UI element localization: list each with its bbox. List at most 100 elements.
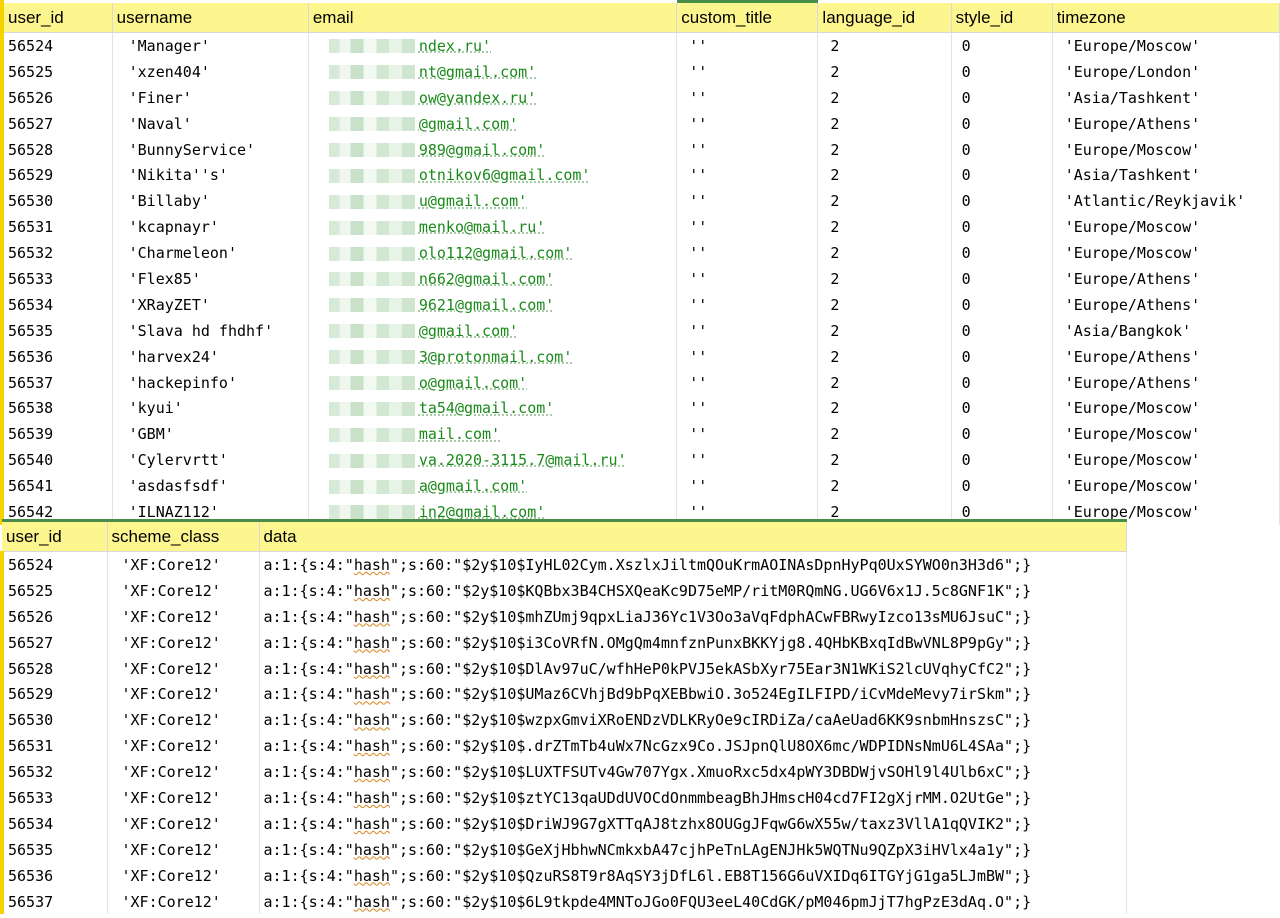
cell-language-id[interactable]: 2 xyxy=(817,58,952,85)
cell-user-id[interactable]: 56525 xyxy=(0,577,108,604)
cell-user-id[interactable]: 56535 xyxy=(2,317,113,344)
table-row[interactable]: 56534 'XRayZET' 9621@gmail.com' '' 2 0 'Europe… xyxy=(2,291,1280,318)
cell-user-id[interactable]: 56528 xyxy=(0,655,108,682)
cell-email[interactable]: ow@yandex.ru' xyxy=(308,84,678,111)
cell-style-id[interactable]: 0 xyxy=(951,84,1053,111)
table-row[interactable]: 56540 'Cylervrtt' va.2020-3115.7@mail.ru' '… xyxy=(2,447,1280,474)
cell-style-id[interactable]: 0 xyxy=(951,214,1053,241)
cell-username[interactable]: 'Charmeleon' xyxy=(112,240,309,267)
cell-user-id[interactable]: 56537 xyxy=(0,888,108,915)
cell-user-id[interactable]: 56537 xyxy=(2,369,113,396)
cell-username[interactable]: 'XRayZET' xyxy=(112,291,309,318)
cell-user-id[interactable]: 56532 xyxy=(2,240,113,267)
cell-custom-title[interactable]: '' xyxy=(676,421,819,448)
cell-style-id[interactable]: 0 xyxy=(951,188,1053,215)
table-row[interactable]: 56541'asdasfsdf' a@gmail.com' '' 2 0 'Europe/… xyxy=(2,473,1280,500)
cell-data[interactable]: a:1:{s:4:"hash";s:60:"$2y$10$.drZTmTb4uW… xyxy=(259,733,1127,760)
cell-timezone[interactable]: 'Asia/Tashkent' xyxy=(1052,162,1280,189)
cell-user-id[interactable]: 56536 xyxy=(2,343,113,370)
cell-timezone[interactable]: 'Europe/Moscow' xyxy=(1052,421,1280,448)
cell-style-id[interactable]: 0 xyxy=(951,266,1053,292)
cell-user-id[interactable]: 56535 xyxy=(0,836,108,863)
cell-user-id[interactable]: 56527 xyxy=(2,110,113,137)
cell-language-id[interactable]: 2 xyxy=(817,447,952,474)
cell-user-id[interactable]: 56526 xyxy=(0,603,108,630)
table-row[interactable]: 56535 'XF:Core12' a:1:{s:4:"hash";s:60:"$2… xyxy=(0,836,1127,863)
cell-style-id[interactable]: 0 xyxy=(951,291,1053,318)
cell-user-id[interactable]: 56532 xyxy=(0,759,108,786)
cell-scheme-class[interactable]: 'XF:Core12' xyxy=(107,862,260,889)
cell-timezone[interactable]: 'Europe/Moscow' xyxy=(1052,214,1280,241)
table-row[interactable]: 56537'hackepinfo' o@gmail.com' '' 2 0 'Europe… xyxy=(2,369,1280,396)
cell-username[interactable]: 'Nikita''s' xyxy=(112,162,309,189)
cell-data[interactable]: a:1:{s:4:"hash";s:60:"$2y$10$LUXTFSUTv4G… xyxy=(259,759,1127,786)
cell-scheme-class[interactable]: 'XF:Core12' xyxy=(107,577,260,604)
cell-language-id[interactable]: 2 xyxy=(817,110,952,137)
cell-custom-title[interactable]: '' xyxy=(676,32,819,59)
cell-user-id[interactable]: 56531 xyxy=(2,214,113,241)
cell-custom-title[interactable]: '' xyxy=(676,136,819,163)
table-row[interactable]: 56525 'XF:Core12' a:1:{s:4:"hash";s:60:"$2… xyxy=(0,577,1127,604)
cell-custom-title[interactable]: '' xyxy=(676,369,819,396)
column-header-language-id[interactable]: language_id xyxy=(817,1,952,33)
column-header-user-id[interactable]: user_id xyxy=(2,1,113,33)
cell-user-id[interactable]: 56534 xyxy=(0,810,108,837)
table-row[interactable]: 56527 'XF:Core12' a:1:{s:4:"hash";s:60:"$2… xyxy=(0,629,1127,656)
cell-timezone[interactable]: 'Europe/Athens' xyxy=(1052,369,1280,396)
cell-timezone[interactable]: 'Asia/Tashkent' xyxy=(1052,84,1280,111)
cell-custom-title[interactable]: '' xyxy=(676,240,819,267)
cell-custom-title[interactable]: '' xyxy=(676,447,819,474)
cell-timezone[interactable]: 'Europe/Athens' xyxy=(1052,110,1280,137)
cell-timezone[interactable]: 'Europe/London' xyxy=(1052,58,1280,85)
cell-user-id[interactable]: 56524 xyxy=(0,551,108,578)
cell-style-id[interactable]: 0 xyxy=(951,58,1053,85)
cell-email[interactable]: ndex.ru' xyxy=(308,32,678,59)
cell-username[interactable]: 'Flex85' xyxy=(112,266,309,292)
cell-custom-title[interactable]: '' xyxy=(676,84,819,111)
table-row[interactable]: 56524 'Manager' ndex.ru' '' 2 0 'Europe/Moscow… xyxy=(2,32,1280,59)
cell-language-id[interactable]: 2 xyxy=(817,188,952,215)
cell-scheme-class[interactable]: 'XF:Core12' xyxy=(107,785,260,811)
cell-scheme-class[interactable]: 'XF:Core12' xyxy=(107,655,260,682)
cell-username[interactable]: 'Finer' xyxy=(112,84,309,111)
table-row[interactable]: 56527 'Naval' @gmail.com' '' 2 0 'Europe/Athen… xyxy=(2,110,1280,137)
table-row[interactable]: 56530 'XF:Core12' a:1:{s:4:"hash";s:60:"$2… xyxy=(0,707,1127,734)
cell-email[interactable]: mail.com' xyxy=(308,421,678,448)
cell-language-id[interactable]: 2 xyxy=(817,343,952,370)
cell-data[interactable]: a:1:{s:4:"hash";s:60:"$2y$10$QzuRS8T9r8A… xyxy=(259,862,1127,889)
cell-language-id[interactable]: 2 xyxy=(817,369,952,396)
table-row[interactable]: 56533 'Flex85' n662@gmail.com' '' 2 0 'Europe/… xyxy=(2,266,1280,292)
cell-email[interactable]: @gmail.com' xyxy=(308,317,678,344)
cell-scheme-class[interactable]: 'XF:Core12' xyxy=(107,759,260,786)
cell-style-id[interactable]: 0 xyxy=(951,343,1053,370)
cell-language-id[interactable]: 2 xyxy=(817,421,952,448)
cell-user-id[interactable]: 56540 xyxy=(2,447,113,474)
cell-email[interactable]: olo112@gmail.com' xyxy=(308,240,678,267)
cell-timezone[interactable]: 'Europe/Moscow' xyxy=(1052,447,1280,474)
cell-style-id[interactable]: 0 xyxy=(951,395,1053,422)
cell-custom-title[interactable]: '' xyxy=(676,214,819,241)
cell-user-id[interactable]: 56530 xyxy=(0,707,108,734)
cell-style-id[interactable]: 0 xyxy=(951,162,1053,189)
cell-scheme-class[interactable]: 'XF:Core12' xyxy=(107,551,260,578)
cell-style-id[interactable]: 0 xyxy=(951,369,1053,396)
cell-user-id[interactable]: 56541 xyxy=(2,473,113,500)
cell-data[interactable]: a:1:{s:4:"hash";s:60:"$2y$10$wzpxGmviXRo… xyxy=(259,707,1127,734)
cell-timezone[interactable]: 'Europe/Moscow' xyxy=(1052,473,1280,500)
column-header-style-id[interactable]: style_id xyxy=(951,1,1053,33)
cell-timezone[interactable]: 'Europe/Athens' xyxy=(1052,343,1280,370)
cell-user-id[interactable]: 56536 xyxy=(0,862,108,889)
cell-email[interactable]: menko@mail.ru' xyxy=(308,214,678,241)
column-header-scheme-class[interactable]: scheme_class xyxy=(107,520,260,552)
cell-scheme-class[interactable]: 'XF:Core12' xyxy=(107,810,260,837)
table-row[interactable]: 56530 'Billaby' u@gmail.com' '' 2 0 'Atlantic/… xyxy=(2,188,1280,215)
cell-timezone[interactable]: 'Atlantic/Reykjavik' xyxy=(1052,188,1280,215)
cell-data[interactable]: a:1:{s:4:"hash";s:60:"$2y$10$mhZUmj9qpxL… xyxy=(259,603,1127,630)
column-header-custom-title[interactable]: custom_title xyxy=(676,0,819,33)
column-header-data[interactable]: data xyxy=(259,520,1127,552)
table-row[interactable]: 56532 'XF:Core12' a:1:{s:4:"hash";s:60:"$2… xyxy=(0,759,1127,786)
cell-email[interactable]: o@gmail.com' xyxy=(308,369,678,396)
cell-custom-title[interactable]: '' xyxy=(676,110,819,137)
cell-email[interactable]: nt@gmail.com' xyxy=(308,58,678,85)
cell-timezone[interactable]: 'Europe/Athens' xyxy=(1052,291,1280,318)
